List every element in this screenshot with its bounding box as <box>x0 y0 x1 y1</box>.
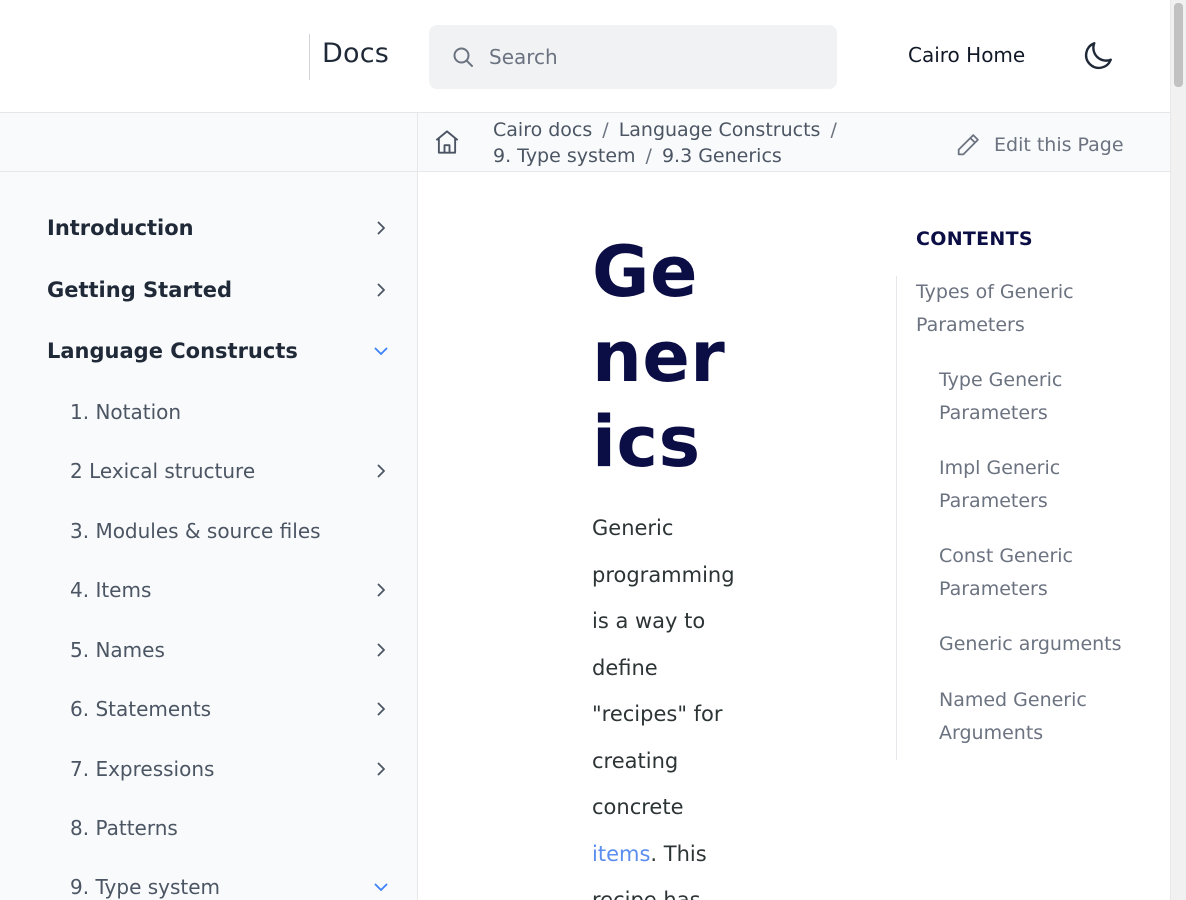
toc-item[interactable]: Generic arguments <box>939 628 1159 661</box>
sidebar-item-names[interactable]: 5. Names <box>70 634 397 666</box>
page-title: Generics <box>592 231 726 483</box>
breadcrumb-separator: / <box>602 119 609 141</box>
sidebar-item-label: 6. Statements <box>70 697 212 721</box>
toc-item[interactable]: Type Generic Parameters <box>939 364 1099 429</box>
scrollbar-thumb[interactable] <box>1174 3 1183 87</box>
sidebar-item-type-system[interactable]: 9. Type system <box>70 871 397 900</box>
toc-item[interactable]: Impl Generic Parameters <box>939 452 1099 517</box>
sidebar-item-label: 2 Lexical structure <box>70 459 256 483</box>
chevron-right-icon[interactable] <box>371 280 391 300</box>
sidebar-item-patterns[interactable]: 8. Patterns <box>70 812 397 844</box>
sidebar-item-introduction[interactable]: Introduction <box>47 212 397 244</box>
toc-title: CONTENTS <box>916 228 1033 250</box>
sidebar-item-statements[interactable]: 6. Statements <box>70 693 397 725</box>
toc-item[interactable]: Const Generic Parameters <box>939 540 1099 605</box>
logo-divider <box>309 34 310 80</box>
items-link[interactable]: items <box>592 842 650 866</box>
sidebar-item-items[interactable]: 4. Items <box>70 574 397 606</box>
breadcrumb-item[interactable]: Cairo docs <box>493 119 592 141</box>
edit-page-label: Edit this Page <box>994 134 1124 156</box>
sidebar-item-label: 5. Names <box>70 638 165 662</box>
sidebar-item-label: 9. Type system <box>70 875 221 899</box>
chevron-right-icon[interactable] <box>371 218 391 238</box>
sidebar-item-getting-started[interactable]: Getting Started <box>47 274 397 306</box>
chevron-down-icon[interactable] <box>371 877 391 897</box>
sidebar-nav: Introduction Getting Started Language Co… <box>0 172 418 900</box>
sidebar-item-label: 7. Expressions <box>70 757 215 781</box>
breadcrumb-separator: / <box>830 119 837 141</box>
search-box[interactable] <box>429 25 837 89</box>
sidebar-item-label: Introduction <box>47 216 194 240</box>
chevron-down-icon[interactable] <box>371 341 391 361</box>
sidebar-item-label: 8. Patterns <box>70 816 178 840</box>
sidebar-item-label: 1. Notation <box>70 400 182 424</box>
page-scrollbar[interactable] <box>1170 0 1186 900</box>
breadcrumb-divider <box>417 113 418 172</box>
site-header: Docs Cairo Home <box>0 0 1170 113</box>
home-icon[interactable] <box>432 127 462 157</box>
pencil-icon <box>957 134 979 156</box>
chevron-right-icon[interactable] <box>371 759 391 779</box>
cairo-home-link[interactable]: Cairo Home <box>908 43 1025 67</box>
toc-item[interactable]: Named Generic Arguments <box>939 684 1109 749</box>
search-icon <box>453 47 473 67</box>
sidebar-item-label: Getting Started <box>47 278 233 302</box>
sidebar-item-notation[interactable]: 1. Notation <box>70 396 397 428</box>
sidebar-item-modules[interactable]: 3. Modules & source files <box>70 515 397 547</box>
edit-page-link[interactable]: Edit this Page <box>954 131 1124 159</box>
sidebar-item-label: Language Constructs <box>47 339 298 363</box>
breadcrumb: Cairo docs / Language Constructs / 9. Type … <box>493 117 873 169</box>
sidebar-item-label: 3. Modules & source files <box>70 519 321 543</box>
toc-item[interactable]: Types of Generic Parameters <box>916 276 1116 341</box>
chevron-right-icon[interactable] <box>371 640 391 660</box>
toc-rail <box>896 276 897 760</box>
docs-logo[interactable]: Docs <box>322 38 389 69</box>
sidebar-item-label: 4. Items <box>70 578 152 602</box>
breadcrumb-item[interactable]: 9. Type system <box>493 145 636 167</box>
breadcrumb-separator: / <box>645 145 652 167</box>
sidebar-item-lexical-structure[interactable]: 2 Lexical structure <box>70 455 397 487</box>
breadcrumb-bar: Cairo docs / Language Constructs / 9. Type … <box>0 113 1170 172</box>
intro-text: Generic programming is a way to define "… <box>592 516 735 819</box>
intro-paragraph: Generic programming is a way to define "… <box>592 505 752 900</box>
moon-icon[interactable] <box>1080 38 1116 74</box>
main-content: Generics Generic programming is a way to… <box>418 172 1170 900</box>
chevron-right-icon[interactable] <box>371 580 391 600</box>
chevron-right-icon[interactable] <box>371 699 391 719</box>
sidebar-item-expressions[interactable]: 7. Expressions <box>70 753 397 785</box>
search-input[interactable] <box>489 43 819 71</box>
sidebar-item-language-constructs[interactable]: Language Constructs <box>47 335 397 367</box>
breadcrumb-current: 9.3 Generics <box>661 145 782 167</box>
chevron-right-icon[interactable] <box>371 461 391 481</box>
breadcrumb-item[interactable]: Language Constructs <box>619 119 821 141</box>
